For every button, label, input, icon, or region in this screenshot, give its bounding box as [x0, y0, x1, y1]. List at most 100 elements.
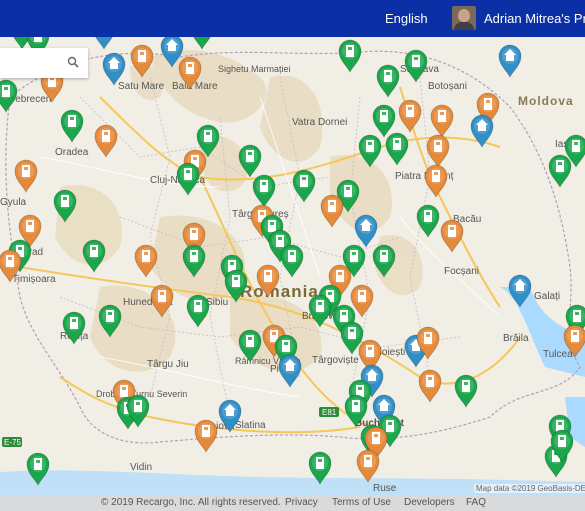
station-marker-green[interactable] [176, 162, 200, 196]
charger-icon [344, 185, 352, 197]
map-attribution: Map data ©2019 GeoBasis-DE/BKG [474, 484, 585, 493]
map-canvas[interactable]: E81 E-75 Satu Mare Baia Mare Sighetu Mar… [0, 37, 585, 495]
city-label: Slatina [235, 420, 266, 431]
charger-icon [102, 130, 110, 142]
charger-icon [432, 170, 440, 182]
station-marker-green[interactable] [416, 204, 440, 238]
station-marker-blue[interactable] [278, 354, 302, 388]
city-label: Focșani [444, 266, 479, 277]
charger-icon [288, 250, 296, 262]
charger-icon [380, 110, 388, 122]
station-marker-green[interactable] [186, 294, 210, 328]
station-marker-orange[interactable] [134, 244, 158, 278]
avatar[interactable] [452, 6, 476, 30]
station-marker-orange[interactable] [398, 99, 422, 133]
charger-icon [138, 50, 146, 62]
charger-icon [424, 332, 432, 344]
charger-icon [350, 250, 358, 262]
charger-icon [412, 55, 420, 67]
charger-icon [448, 225, 456, 237]
charger-icon [142, 250, 150, 262]
station-marker-green[interactable] [372, 104, 396, 138]
station-marker-blue[interactable] [93, 37, 115, 50]
faq-link[interactable]: FAQ [466, 497, 486, 508]
charger-icon [186, 62, 194, 74]
charger-icon [300, 175, 308, 187]
charger-icon [204, 130, 212, 142]
station-marker-orange[interactable] [430, 104, 454, 138]
charger-icon [158, 290, 166, 302]
city-label: Satu Mare [118, 81, 165, 92]
station-marker-green[interactable] [404, 49, 428, 83]
city-label: Târgu Jiu [147, 359, 189, 370]
charger-icon [316, 457, 324, 469]
charger-icon [572, 140, 580, 152]
station-marker-green[interactable] [60, 109, 84, 143]
station-marker-orange[interactable] [424, 164, 448, 198]
station-marker-green[interactable] [338, 39, 362, 73]
charger-icon [282, 340, 290, 352]
charger-icon [462, 380, 470, 392]
charger-icon [364, 455, 372, 467]
city-label: Galați [534, 291, 560, 302]
station-marker-green[interactable] [280, 244, 304, 278]
charger-icon [386, 420, 394, 432]
charger-icon [276, 235, 284, 247]
station-marker-green[interactable] [548, 154, 572, 188]
country-label: Romania [240, 282, 319, 301]
charger-icon [264, 270, 272, 282]
city-label: Târgoviște [312, 355, 359, 366]
city-label: Botoșani [428, 81, 467, 92]
station-marker-green[interactable] [0, 79, 18, 113]
station-marker-orange[interactable] [94, 124, 118, 158]
region-label: Moldova [518, 94, 574, 108]
charger-icon [106, 310, 114, 322]
charger-icon [34, 458, 42, 470]
station-marker-green[interactable] [454, 374, 478, 408]
charger-icon [190, 250, 198, 262]
station-marker-orange[interactable] [418, 369, 442, 403]
station-marker-orange[interactable] [440, 219, 464, 253]
station-marker-green[interactable] [82, 239, 106, 273]
charger-icon [194, 300, 202, 312]
profile-link[interactable]: Adrian Mitrea's Profile [484, 11, 585, 26]
charger-icon [120, 385, 128, 397]
charger-icon [232, 275, 240, 287]
charger-icon [571, 330, 579, 342]
station-marker-blue[interactable] [470, 114, 494, 148]
charger-icon [2, 85, 10, 97]
station-marker-blue[interactable] [498, 44, 522, 78]
terms-link[interactable]: Terms of Use [332, 497, 391, 508]
search-icon[interactable] [67, 56, 79, 68]
charger-icon [336, 270, 344, 282]
station-marker-orange[interactable] [426, 134, 450, 168]
privacy-link[interactable]: Privacy [285, 497, 318, 508]
station-marker-orange[interactable] [194, 419, 218, 453]
station-marker-orange[interactable] [320, 194, 344, 228]
station-marker-green[interactable] [376, 64, 400, 98]
charger-icon [346, 45, 354, 57]
top-bar: English Adrian Mitrea's Profile [0, 0, 585, 37]
charger-icon [6, 255, 14, 267]
station-marker-green[interactable] [252, 174, 276, 208]
search-input[interactable] [0, 48, 68, 78]
charger-icon [556, 160, 564, 172]
developers-link[interactable]: Developers [404, 497, 455, 508]
city-label: Baia Mare [172, 81, 218, 92]
language-selector[interactable]: English [385, 11, 428, 26]
charger-icon [424, 210, 432, 222]
charger-icon [366, 140, 374, 152]
city-label: Tulcea [543, 349, 573, 360]
station-marker-green[interactable] [292, 169, 316, 203]
charger-icon [406, 105, 414, 117]
charger-icon [246, 335, 254, 347]
station-marker-orange[interactable] [356, 449, 380, 483]
charger-icon [134, 400, 142, 412]
charger-icon [573, 310, 581, 322]
station-marker-green[interactable] [385, 132, 409, 166]
city-label: Ruse [373, 483, 397, 494]
station-marker-orange[interactable] [14, 159, 38, 193]
charger-icon [358, 290, 366, 302]
station-marker-green[interactable] [191, 37, 213, 50]
station-marker-blue[interactable] [354, 214, 378, 248]
